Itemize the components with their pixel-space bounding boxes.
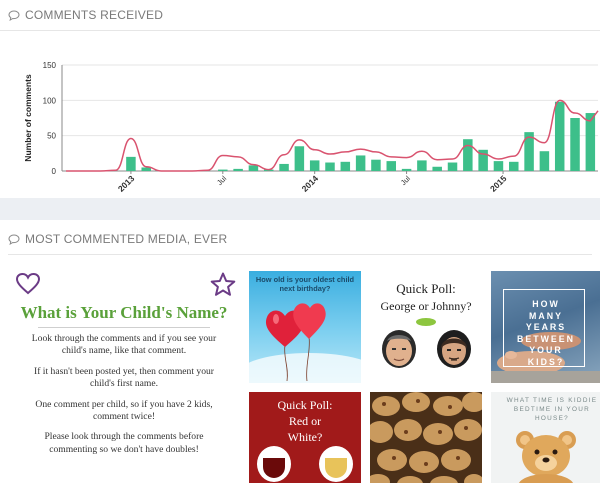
bar	[432, 166, 442, 171]
bar	[386, 161, 397, 171]
media-tile-childs-name[interactable]: What is Your Child's Name? Look through …	[8, 271, 240, 483]
poll-wine-line3: White?	[287, 430, 323, 444]
star-icon	[210, 272, 236, 296]
featured-paragraph: Look through the comments and if you see…	[31, 333, 217, 357]
bar	[493, 161, 504, 171]
balloons-illustration	[265, 303, 326, 382]
x-tick-label: Jul	[215, 174, 228, 187]
media-section-title: MOST COMMENTED MEDIA, EVER	[25, 232, 228, 246]
featured-divider	[38, 327, 210, 328]
media-tile-poll-george[interactable]: Quick Poll: George or Johnny?	[370, 271, 482, 383]
media-tile-poll-wine[interactable]: Quick Poll: Red or White?	[249, 392, 361, 483]
cookies-photo	[370, 392, 482, 483]
bar	[325, 162, 335, 171]
bar	[554, 101, 565, 171]
media-grid: What is Your Child's Name? Look through …	[0, 255, 600, 483]
featured-paragraph: If it hasn't been posted yet, then comme…	[34, 365, 214, 390]
years-between-text: HOW MANY YEARS BETWEEN YOUR KIDS?	[517, 299, 575, 367]
bar	[218, 169, 228, 171]
media-section-header: MOST COMMENTED MEDIA, EVER	[0, 224, 600, 254]
bar	[279, 163, 289, 171]
y-tick-label: 0	[52, 167, 57, 176]
heart-icon	[16, 273, 40, 295]
bar	[309, 160, 320, 171]
bar	[447, 162, 458, 171]
bar	[509, 161, 519, 171]
media-tile-cookies[interactable]	[370, 392, 482, 483]
media-tile-years-between[interactable]: HOW MANY YEARS BETWEEN YOUR KIDS?	[491, 271, 600, 383]
bar	[371, 159, 381, 171]
y-tick-label: 150	[43, 61, 57, 70]
bar	[126, 156, 136, 171]
bar	[585, 113, 596, 171]
face-portrait-icon	[437, 330, 471, 368]
comments-section-title: COMMENTS RECEIVED	[25, 8, 164, 22]
bar	[141, 167, 151, 171]
speech-bubble-icon	[8, 9, 20, 21]
bar	[417, 160, 427, 171]
section-separator	[0, 198, 600, 220]
bar	[401, 168, 412, 171]
bar	[294, 146, 305, 171]
poll-wine-line2: Red or	[288, 414, 322, 428]
bar	[340, 161, 351, 171]
featured-paragraph: One comment per child, so if you have 2 …	[35, 398, 213, 423]
featured-body: Look through the comments and if you see…	[22, 333, 226, 456]
poll-george-logo	[416, 318, 436, 326]
bar	[233, 168, 243, 171]
poll-george-subtitle: George or Johnny?	[380, 299, 472, 313]
poll-wine-title: Quick Poll:	[277, 398, 333, 412]
media-tile-balloons[interactable]: How old is your oldest child next birthd…	[249, 271, 361, 383]
bar	[570, 118, 580, 171]
teddy-bear-icon	[516, 431, 576, 483]
y-tick-label: 100	[43, 96, 57, 105]
x-tick-label: 2013	[116, 173, 137, 194]
x-tick-label: Jul	[399, 174, 412, 187]
face-portrait-icon	[382, 330, 416, 368]
featured-title: What is Your Child's Name?	[20, 303, 228, 322]
y-axis-label: Number of comments	[23, 74, 33, 162]
featured-paragraph: Please look through the comments before …	[44, 431, 204, 455]
poll-george-title: Quick Poll:	[396, 281, 456, 296]
media-tile-bedtime[interactable]: WHAT TIME IS KIDDIE BEDTIME IN YOUR HOUS…	[491, 392, 600, 483]
bar	[248, 165, 259, 171]
y-tick-label: 50	[47, 132, 56, 141]
bar	[539, 151, 550, 171]
comments-section-header: COMMENTS RECEIVED	[0, 0, 600, 30]
x-tick-label: 2015	[488, 173, 509, 194]
comments-chart: Number of comments 0 50 100 150 2013 Jul 2014 Ju…	[23, 61, 599, 194]
speech-bubble-icon	[8, 233, 20, 245]
bar	[355, 155, 366, 171]
x-tick-label: 2014	[300, 173, 321, 194]
bar	[463, 139, 473, 171]
bedtime-text: WHAT TIME IS KIDDIE BEDTIME IN YOUR HOUS…	[506, 397, 598, 422]
